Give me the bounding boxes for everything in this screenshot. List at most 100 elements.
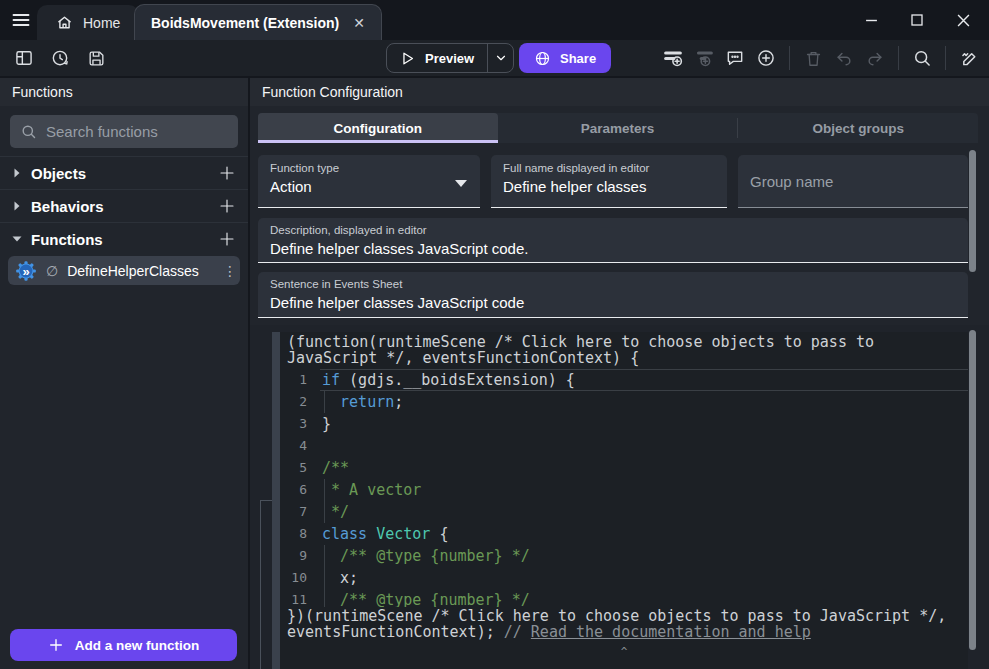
configuration-tabs: Configuration Parameters Object groups <box>258 113 978 143</box>
dropdown-arrow-icon <box>455 180 467 187</box>
toolbar-separator <box>898 46 899 70</box>
window-maximize-button[interactable] <box>903 8 931 32</box>
window-minimize-button[interactable] <box>857 8 885 32</box>
delete-icon[interactable] <box>801 46 825 70</box>
tab-parameters[interactable]: Parameters <box>498 113 738 143</box>
function-type-value: Action <box>270 178 468 195</box>
chevron-down-icon <box>12 234 22 244</box>
window-close-button[interactable] <box>949 8 977 32</box>
sentence-field[interactable]: Sentence in Events Sheet Define helper c… <box>258 272 968 318</box>
code-line[interactable]: 6 * A vector <box>280 479 968 501</box>
preview-label: Preview <box>425 51 474 66</box>
full-name-label: Full name displayed in editor <box>503 162 715 174</box>
group-name-placeholder: Group name <box>750 173 833 190</box>
tab-label: Object groups <box>812 121 904 136</box>
item-menu-icon[interactable]: ⋮ <box>223 263 233 279</box>
description-field[interactable]: Description, displayed in editor Define … <box>258 218 968 263</box>
sentence-label: Sentence in Events Sheet <box>270 278 956 290</box>
toolbar-separator <box>945 46 946 70</box>
tab-label: Configuration <box>334 121 422 136</box>
code-footer-line[interactable]: })(runtimeScene /* Click here to choose … <box>280 608 968 640</box>
description-label: Description, displayed in editor <box>270 224 956 236</box>
add-object-icon[interactable] <box>218 164 236 182</box>
tab-close-icon[interactable]: ✕ <box>353 15 365 31</box>
sidebar-header: Functions <box>0 78 248 106</box>
sidebar-title: Functions <box>12 84 73 100</box>
plus-icon <box>48 637 64 653</box>
tab-home[interactable]: Home <box>37 5 139 40</box>
search-icon[interactable] <box>910 46 934 70</box>
section-label: Functions <box>31 231 218 248</box>
history-icon[interactable] <box>48 46 72 70</box>
sidebar-section-objects[interactable]: Objects <box>0 156 248 189</box>
event-drag-rail[interactable] <box>272 332 280 669</box>
tab-label: Parameters <box>581 121 655 136</box>
preview-dropdown-button[interactable] <box>488 44 513 72</box>
add-event-icon[interactable] <box>661 46 685 70</box>
edit-scene-icon[interactable] <box>957 46 981 70</box>
code-editor[interactable]: (function(runtimeScene /* Click here to … <box>280 332 968 669</box>
sidebar-section-functions[interactable]: Functions <box>0 222 248 255</box>
titlebar: Home BoidsMovement (Extension) ✕ <box>0 0 989 40</box>
function-type-label: Function type <box>270 162 468 174</box>
redo-icon[interactable] <box>863 46 887 70</box>
chevron-right-icon <box>12 201 22 211</box>
code-line[interactable]: 11 /** @type {number} */ <box>280 589 968 607</box>
code-lines[interactable]: 1if (gdjs.__boidsExtension) {2 return;3}… <box>280 369 968 607</box>
add-function-icon[interactable] <box>218 230 236 248</box>
home-icon <box>56 14 73 31</box>
code-line[interactable]: 8class Vector { <box>280 523 968 545</box>
add-circle-icon[interactable] <box>754 46 778 70</box>
save-icon[interactable] <box>84 46 108 70</box>
section-label: Behaviors <box>31 198 218 215</box>
full-name-field[interactable]: Full name displayed in editor Define hel… <box>491 155 727 208</box>
search-functions-box[interactable] <box>10 115 238 148</box>
function-item-definehelperclasses[interactable]: » ∅ DefineHelperClasses ⋮ <box>8 256 240 285</box>
preview-button[interactable]: Preview <box>386 43 514 73</box>
add-new-function-label: Add a new function <box>75 638 200 653</box>
chevron-right-icon <box>12 168 22 178</box>
code-line[interactable]: 10 x; <box>280 567 968 589</box>
toolbar: Preview Share <box>0 40 989 78</box>
add-new-function-button[interactable]: Add a new function <box>10 629 237 661</box>
code-line[interactable]: 7 */ <box>280 501 968 523</box>
code-line[interactable]: 3} <box>280 413 968 435</box>
function-item-label: DefineHelperClasses <box>67 263 214 279</box>
js-code-event[interactable]: (function(runtimeScene /* Click here to … <box>272 332 968 669</box>
tab-boidsmovement[interactable]: BoidsMovement (Extension) ✕ <box>134 4 382 40</box>
tab-configuration[interactable]: Configuration <box>258 113 498 143</box>
fields-scrollbar[interactable] <box>969 150 976 272</box>
undo-icon[interactable] <box>832 46 856 70</box>
tab-object-groups[interactable]: Object groups <box>738 113 978 143</box>
code-line[interactable]: 1if (gdjs.__boidsExtension) { <box>280 369 968 391</box>
section-label: Objects <box>31 165 218 182</box>
search-functions-input[interactable] <box>46 123 228 140</box>
sentence-value: Define helper classes JavaScript code <box>270 294 956 311</box>
add-behavior-icon[interactable] <box>218 197 236 215</box>
search-icon <box>20 123 37 140</box>
code-line[interactable]: 4 <box>280 435 968 457</box>
private-icon: ∅ <box>46 263 58 279</box>
menu-hamburger-icon[interactable] <box>9 8 33 32</box>
open-panels-layout-icon[interactable] <box>12 46 36 70</box>
tab-home-label: Home <box>83 15 120 31</box>
full-name-value: Define helper classes <box>503 178 715 195</box>
panel-title: Function Configuration <box>262 84 403 100</box>
share-button[interactable]: Share <box>519 43 611 73</box>
events-scrollbar[interactable] <box>969 330 976 650</box>
code-line[interactable]: 9 /** @type {number} */ <box>280 545 968 567</box>
panel-header: Function Configuration <box>250 78 989 106</box>
code-line[interactable]: 5/** <box>280 457 968 479</box>
documentation-link[interactable]: Read the documentation and help <box>531 623 811 641</box>
code-line[interactable]: 2 return; <box>280 391 968 413</box>
sidebar-section-behaviors[interactable]: Behaviors <box>0 189 248 222</box>
function-type-field[interactable]: Function type Action <box>258 155 480 208</box>
share-label: Share <box>560 51 596 66</box>
events-sheet: (function(runtimeScene /* Click here to … <box>250 325 989 669</box>
play-icon <box>399 50 416 67</box>
group-name-field[interactable]: Group name <box>738 155 968 208</box>
code-header-line[interactable]: (function(runtimeScene /* Click here to … <box>280 334 968 366</box>
tab-active-label: BoidsMovement (Extension) <box>151 15 339 31</box>
add-comment-icon[interactable] <box>723 46 747 70</box>
add-sub-event-icon[interactable] <box>692 46 716 70</box>
